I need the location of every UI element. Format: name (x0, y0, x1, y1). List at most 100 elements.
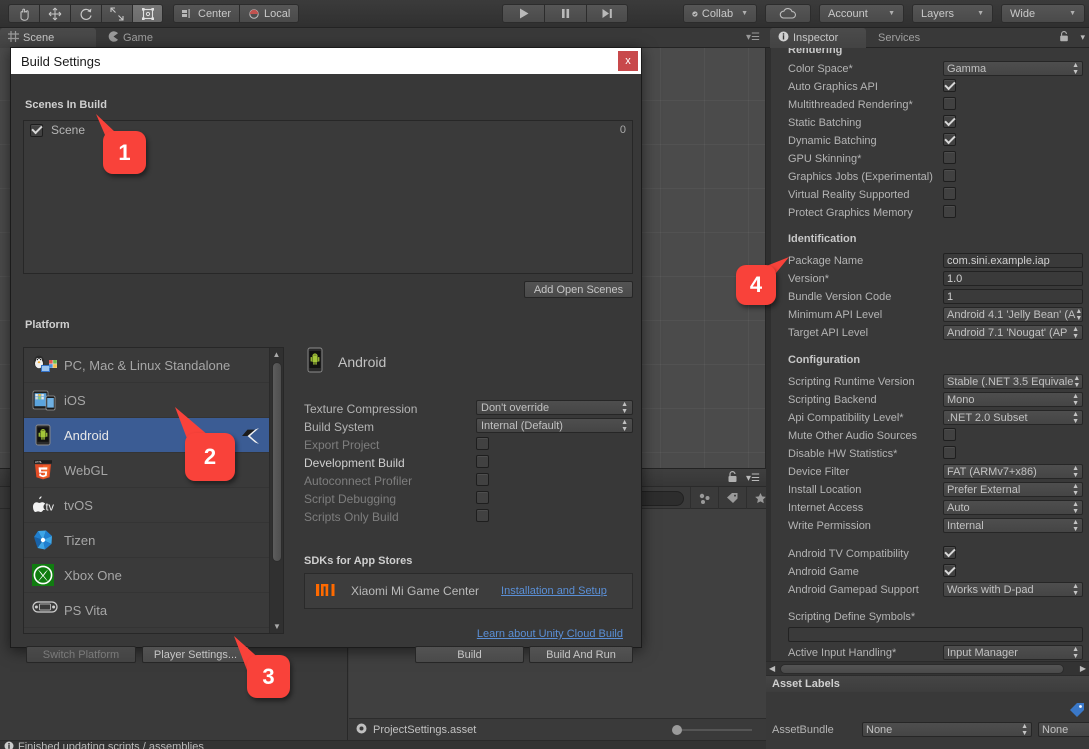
tab-scene[interactable]: Scene (0, 28, 96, 48)
add-open-scenes-button[interactable]: Add Open Scenes (524, 281, 633, 298)
disable-hw-statistics-checkbox[interactable] (943, 446, 956, 459)
write-permission-popup[interactable]: Internal▲▼ (943, 518, 1083, 533)
android-game-checkbox[interactable] (943, 564, 956, 577)
standalone-icon (32, 354, 54, 376)
rect-tool-icon[interactable] (132, 4, 163, 23)
inspector-scrollbar[interactable] (766, 48, 771, 661)
step-button[interactable] (586, 4, 628, 23)
move-tool-icon[interactable] (39, 4, 70, 23)
asset-bundle-variant-popup[interactable]: None (1038, 722, 1089, 737)
platform-item-tizen[interactable]: Tizen (24, 523, 269, 558)
target-api-level-popup[interactable]: Android 7.1 'Nougat' (AP▲▼ (943, 325, 1083, 340)
internet-access-popup[interactable]: Auto▲▼ (943, 500, 1083, 515)
pivot-mode-button[interactable]: Center (173, 4, 239, 23)
play-button[interactable] (502, 4, 544, 23)
cloud-button[interactable] (765, 4, 811, 23)
scene-enabled-checkbox[interactable] (30, 124, 43, 137)
graphics-jobs-checkbox[interactable] (943, 169, 956, 182)
auto-graphics-api-checkbox[interactable] (943, 79, 956, 92)
scroll-left-arrow-icon[interactable]: ◀ (769, 664, 775, 673)
static-batching-checkbox[interactable] (943, 115, 956, 128)
scripting-runtime-version-popup[interactable]: Stable (.NET 3.5 Equivale▲▼ (943, 374, 1083, 389)
zoom-slider-knob[interactable] (672, 725, 682, 735)
field-label: Target API Level (788, 327, 868, 339)
mute-other-audio-sources-checkbox[interactable] (943, 428, 956, 441)
account-button[interactable]: Account ▼ (819, 4, 904, 23)
asset-labels-body: AssetBundle None▲▼ None (766, 692, 1089, 749)
virtual-reality-supported-checkbox[interactable] (943, 187, 956, 200)
hand-tool-icon[interactable] (8, 4, 39, 23)
lock-icon[interactable] (727, 471, 738, 486)
autoconnect-profiler-checkbox[interactable] (476, 473, 489, 486)
minimum-api-level-popup[interactable]: Android 4.1 'Jelly Bean' (A▲▼ (943, 307, 1083, 322)
space-mode-button[interactable]: Local (239, 4, 299, 23)
installation-and-setup-link[interactable]: Installation and Setup (501, 585, 607, 597)
build-button[interactable]: Build (415, 646, 524, 663)
color-space-popup[interactable]: Gamma▲▼ (943, 61, 1083, 76)
platform-list[interactable]: PC, Mac & Linux Standalone (23, 347, 284, 634)
label-tag-icon[interactable] (1069, 702, 1085, 721)
platform-item-standalone[interactable]: PC, Mac & Linux Standalone (24, 348, 269, 383)
inspector-panel-menu-icon[interactable]: ▾ (1080, 32, 1085, 43)
install-location-popup[interactable]: Prefer External▲▼ (943, 482, 1083, 497)
platform-item-psvita[interactable]: PS Vita (24, 593, 269, 628)
android-tv-compatibility-checkbox[interactable] (943, 546, 956, 559)
field-label: Auto Graphics API (788, 81, 878, 93)
close-button[interactable]: x (618, 51, 638, 71)
tab-inspector[interactable]: Inspector (770, 28, 866, 48)
version-field[interactable]: 1.0 (943, 271, 1083, 286)
protect-graphics-memory-checkbox[interactable] (943, 205, 956, 218)
layout-button[interactable]: Wide ▼ (1001, 4, 1085, 23)
tab-game[interactable]: Game (100, 28, 165, 48)
android-gamepad-support-popup[interactable]: Works with D-pad▲▼ (943, 582, 1083, 597)
field-label: Graphics Jobs (Experimental) (788, 171, 933, 183)
scripting-backend-popup[interactable]: Mono▲▼ (943, 392, 1083, 407)
platform-item-ios[interactable]: iOS (24, 383, 269, 418)
scene-panel-menu-icon[interactable]: ▾☰ (746, 32, 760, 43)
gpu-skinning-checkbox[interactable] (943, 151, 956, 164)
pause-button[interactable] (544, 4, 586, 23)
scale-tool-icon[interactable] (101, 4, 132, 23)
tvos-icon: tv (32, 494, 54, 516)
scroll-right-arrow-icon[interactable]: ▶ (1080, 664, 1086, 673)
platform-list-scrollbar[interactable]: ▲ ▼ (269, 348, 283, 633)
dialog-title-bar[interactable]: Build Settings x (11, 48, 641, 74)
tab-services[interactable]: Services (870, 28, 932, 48)
lock-icon[interactable] (1059, 31, 1069, 45)
scroll-down-arrow-icon[interactable]: ▼ (270, 620, 284, 633)
scripting-define-symbols-field[interactable] (788, 627, 1083, 642)
switch-platform-button[interactable]: Switch Platform (26, 646, 136, 663)
development-build-checkbox[interactable] (476, 455, 489, 468)
callout-1: 1 (103, 131, 146, 174)
export-project-checkbox[interactable] (476, 437, 489, 450)
filter-by-type-icon[interactable] (690, 487, 718, 509)
asset-bundle-popup[interactable]: None▲▼ (862, 722, 1032, 737)
filter-by-label-icon[interactable] (718, 487, 746, 509)
multithreaded-rendering-checkbox[interactable] (943, 97, 956, 110)
panel-menu-icon[interactable]: ▾☰ (746, 473, 760, 484)
script-debugging-checkbox[interactable] (476, 491, 489, 504)
texture-compression-popup[interactable]: Don't override▲▼ (476, 400, 633, 415)
build-and-run-button[interactable]: Build And Run (529, 646, 633, 663)
inspector-horizontal-scrollbar[interactable]: ◀ ▶ (766, 661, 1089, 675)
device-filter-popup[interactable]: FAT (ARMv7+x86)▲▼ (943, 464, 1083, 479)
rotate-tool-icon[interactable] (70, 4, 101, 23)
platform-item-tvos[interactable]: tv tvOS (24, 488, 269, 523)
scroll-up-arrow-icon[interactable]: ▲ (270, 348, 283, 361)
bundle-version-code-field[interactable]: 1 (943, 289, 1083, 304)
scripts-only-build-checkbox[interactable] (476, 509, 489, 522)
dynamic-batching-checkbox[interactable] (943, 133, 956, 146)
layers-button[interactable]: Layers ▼ (912, 4, 993, 23)
unity-cloud-build-link[interactable]: Learn about Unity Cloud Build (477, 628, 623, 640)
platform-item-xboxone[interactable]: Xbox One (24, 558, 269, 593)
xboxone-icon (32, 564, 54, 586)
api-compatibility-level-popup[interactable]: .NET 2.0 Subset▲▼ (943, 410, 1083, 425)
collab-button[interactable]: Collab ▼ (683, 4, 757, 23)
scroll-thumb[interactable] (780, 664, 1064, 674)
build-system-popup[interactable]: Internal (Default)▲▼ (476, 418, 633, 433)
active-input-handling-popup[interactable]: Input Manager▲▼ (943, 645, 1083, 660)
zoom-slider-track[interactable] (674, 729, 752, 731)
scroll-thumb[interactable] (272, 362, 282, 562)
package-name-field[interactable]: com.sini.example.iap (943, 253, 1083, 268)
field-label: Mute Other Audio Sources (788, 430, 917, 442)
